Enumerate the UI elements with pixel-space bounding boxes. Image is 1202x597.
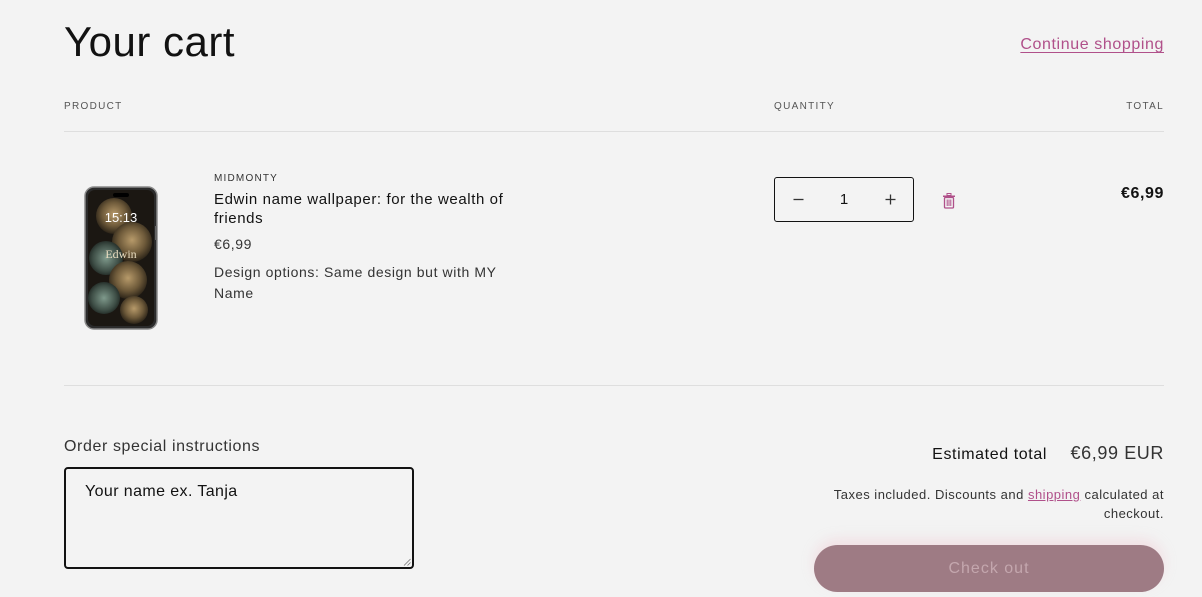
- tax-note-text: Taxes included. Discounts and: [833, 487, 1028, 502]
- page-title: Your cart: [64, 18, 236, 65]
- quantity-input[interactable]: 1: [824, 191, 864, 208]
- estimated-total-label: Estimated total: [932, 446, 1047, 463]
- line-item-total: €6,99: [1120, 185, 1164, 202]
- estimated-total-value: €6,99 EUR: [1070, 443, 1164, 463]
- trash-icon: [943, 193, 955, 209]
- product-vendor: MIDMONTY: [214, 173, 279, 184]
- column-header-total: TOTAL: [1126, 101, 1164, 112]
- tax-note-text-end: calculated at checkout.: [1080, 487, 1164, 521]
- plus-icon: [885, 194, 895, 205]
- order-instructions-textarea[interactable]: Your name ex. Tanja: [64, 467, 414, 569]
- tax-note: Taxes included. Discounts and shipping c…: [804, 485, 1164, 523]
- items-divider: [64, 385, 1164, 386]
- order-instructions-value: Your name ex. Tanja: [85, 483, 238, 500]
- column-header-product: PRODUCT: [64, 101, 123, 112]
- header-divider: [64, 131, 1164, 132]
- product-image[interactable]: 15:13 Edwin: [84, 186, 158, 330]
- decrease-quantity-button[interactable]: [775, 178, 821, 221]
- product-name-link[interactable]: Edwin name wallpaper: for the wealth of …: [214, 190, 524, 228]
- order-instructions-label: Order special instructions: [64, 438, 261, 455]
- continue-shopping-link[interactable]: Continue shopping: [1020, 36, 1164, 54]
- lockscreen-clock: 15:13: [105, 210, 138, 225]
- checkout-button[interactable]: Check out: [814, 545, 1164, 592]
- increase-quantity-button[interactable]: [867, 178, 913, 221]
- column-header-quantity: QUANTITY: [774, 101, 835, 112]
- minus-icon: [793, 198, 803, 201]
- shipping-link[interactable]: shipping: [1028, 487, 1080, 502]
- remove-item-button[interactable]: [940, 191, 958, 211]
- product-unit-price: €6,99: [214, 236, 253, 252]
- product-option: Design options: Same design but with MY …: [214, 264, 497, 301]
- resize-grip-icon[interactable]: [403, 558, 411, 566]
- quantity-stepper: 1: [774, 177, 914, 222]
- lockscreen-name: Edwin: [105, 247, 136, 261]
